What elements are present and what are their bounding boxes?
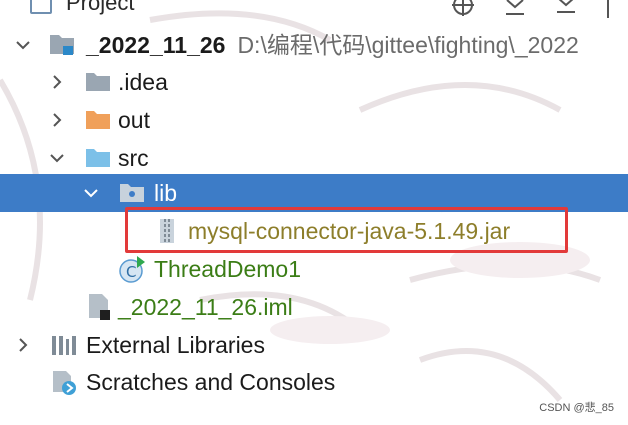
settings-gear-icon[interactable] <box>602 0 628 18</box>
chevron-right-icon[interactable] <box>48 73 66 91</box>
tree-row-iml[interactable]: _2022_11_26.iml <box>0 288 628 326</box>
panel-title[interactable]: Project <box>66 0 134 16</box>
tree-item-label: lib <box>154 180 178 206</box>
tree-row-idea[interactable]: .idea <box>0 63 628 101</box>
iml-file-icon <box>89 294 110 320</box>
tree-row-external-libraries[interactable]: External Libraries <box>0 326 628 364</box>
chevron-right-icon[interactable] <box>48 111 66 129</box>
scratches-icon <box>53 371 76 395</box>
tree-item-label: External Libraries <box>86 332 265 358</box>
tree-row-threaddemo1[interactable]: C ThreadDemo1 <box>0 250 628 288</box>
expand-all-icon[interactable] <box>553 0 579 18</box>
chevron-down-icon[interactable] <box>82 184 100 202</box>
tree-row-scratches[interactable]: Scratches and Consoles <box>0 363 628 401</box>
folder-icon <box>120 184 144 202</box>
library-icon <box>52 336 76 355</box>
tree-item-label: .idea <box>118 69 168 95</box>
folder-icon <box>86 73 110 91</box>
project-toolbar: Project <box>0 0 628 18</box>
project-module-icon <box>50 35 74 55</box>
tree-item-label: _2022_11_26.iml <box>118 294 293 320</box>
annotation-highlight-box <box>125 207 568 253</box>
select-opened-file-icon[interactable] <box>450 0 476 18</box>
collapse-all-icon[interactable] <box>502 0 528 18</box>
tree-row-out[interactable]: out <box>0 101 628 139</box>
folder-source-icon <box>86 149 110 167</box>
chevron-down-icon[interactable] <box>48 149 66 167</box>
project-root-path: D:\编程\代码\gittee\fighting\_2022 <box>237 32 579 58</box>
java-class-icon: C <box>119 256 145 283</box>
chevron-down-icon[interactable] <box>14 36 32 54</box>
project-root-name: _2022_11_26 <box>86 32 226 58</box>
tree-row-src[interactable]: src <box>0 139 628 177</box>
chevron-right-icon[interactable] <box>14 336 32 354</box>
tree-row-project-root[interactable]: _2022_11_26 D:\编程\代码\gittee\fighting\_202… <box>0 26 628 64</box>
tree-item-label: src <box>118 145 149 171</box>
folder-excluded-icon <box>86 111 110 129</box>
watermark: CSDN @悲_85 <box>539 402 614 414</box>
project-window-icon <box>30 0 52 14</box>
tree-item-label: out <box>118 107 150 133</box>
svg-text:C: C <box>126 263 136 281</box>
tree-item-label: Scratches and Consoles <box>86 369 336 395</box>
tree-item-label: ThreadDemo1 <box>154 256 302 282</box>
